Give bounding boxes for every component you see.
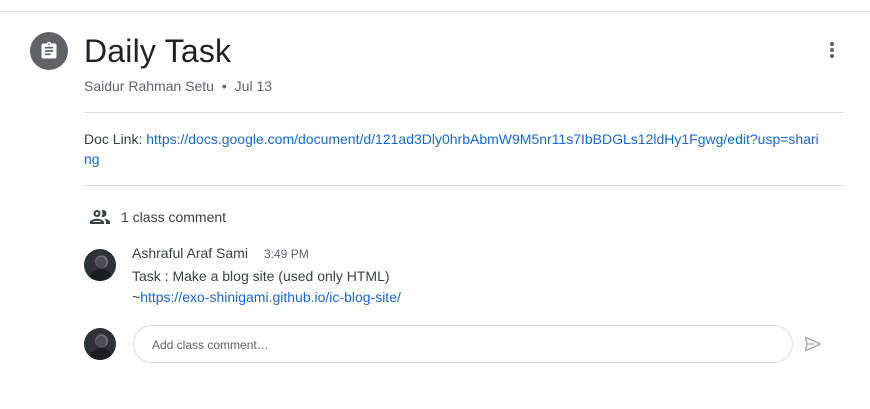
doc-link[interactable]: https://docs.google.com/document/d/121ad… <box>84 131 819 167</box>
post-author: Saidur Rahman Setu <box>84 78 214 94</box>
comment-body: Task : Make a blog site (used only HTML)… <box>132 266 401 308</box>
post-date: Jul 13 <box>234 78 273 94</box>
comment-prefix: ~ <box>132 289 141 305</box>
assignment-icon <box>30 32 68 70</box>
meta-separator: • <box>221 78 227 94</box>
comment-link[interactable]: https://exo-shinigami.github.io/ic-blog-… <box>140 289 401 305</box>
post-title: Daily Task <box>84 33 232 69</box>
doc-link-label: Doc Link: <box>84 131 147 147</box>
people-icon <box>90 210 110 224</box>
current-user-avatar <box>84 328 116 360</box>
body-divider <box>84 185 844 186</box>
comment-time: 3:49 PM <box>264 247 309 261</box>
comment-input[interactable] <box>150 326 774 364</box>
comment-input-container[interactable] <box>133 325 793 364</box>
avatar <box>84 249 116 281</box>
clipboard-icon <box>41 41 57 59</box>
send-icon[interactable] <box>802 334 824 354</box>
more-vert-icon[interactable] <box>820 40 844 64</box>
post-body: Doc Link: https://docs.google.com/docume… <box>84 129 824 169</box>
top-divider <box>0 11 870 12</box>
class-comments-header: 1 class comment <box>88 205 226 229</box>
comment-text: Task : Make a blog site (used only HTML) <box>132 268 390 284</box>
comment-count: 1 class comment <box>121 209 227 225</box>
comment-author: Ashraful Araf Sami <box>132 245 248 261</box>
header-divider <box>84 112 844 113</box>
post-meta: Saidur Rahman Setu • Jul 13 <box>84 77 272 95</box>
